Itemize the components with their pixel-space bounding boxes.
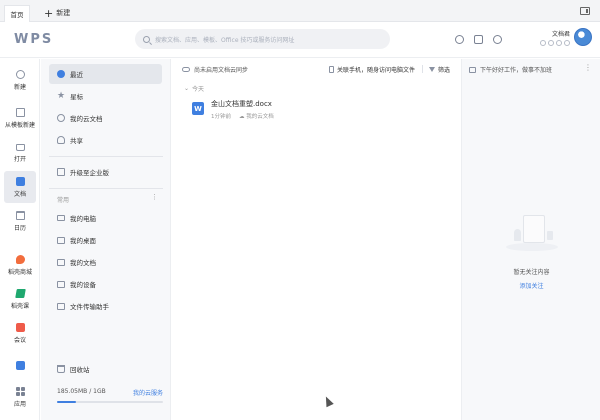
folder-icon <box>57 258 65 266</box>
sidebar-item-meeting[interactable]: 会议 <box>0 317 40 349</box>
filter-button[interactable]: 筛选 <box>429 65 450 74</box>
chart-icon <box>15 361 25 370</box>
tab-bar: 首页 + 新建 <box>0 0 600 22</box>
nav-item-starred[interactable]: ★ 星标 <box>49 86 162 106</box>
user-block[interactable]: 文档君 <box>540 28 592 46</box>
storage-bar <box>57 401 163 403</box>
new-tab-button[interactable]: + 新建 <box>44 6 70 20</box>
nav-item-cloud-docs[interactable]: 我的云文档 <box>49 108 162 128</box>
nav-item-my-computer[interactable]: 我的电脑 <box>49 208 162 228</box>
template-icon <box>15 107 25 117</box>
more-options-icon[interactable]: ⋮ <box>584 63 592 72</box>
user-name: 文档君 <box>551 30 570 38</box>
document-icon <box>15 176 25 186</box>
divider <box>422 65 423 73</box>
sidebar-item-apps[interactable]: 应用 <box>0 381 40 413</box>
sidebar-item-course[interactable]: 稻壳课 <box>0 283 40 315</box>
filter-icon <box>429 67 435 72</box>
storage-fill <box>57 401 77 403</box>
star-icon: ★ <box>57 91 66 101</box>
cloud-icon <box>57 114 65 122</box>
building-icon <box>57 168 65 176</box>
headset-icon[interactable] <box>455 35 464 44</box>
badge-icon <box>548 39 554 46</box>
docer-icon <box>15 254 25 264</box>
divider <box>49 156 163 157</box>
empty-state-illustration <box>506 211 558 251</box>
nav-item-my-desktop[interactable]: 我的桌面 <box>49 230 162 250</box>
nav-item-shared[interactable]: 共享 <box>49 130 162 150</box>
file-location: ☁ 我的云文档 <box>239 114 274 120</box>
folder-icon <box>15 143 25 151</box>
nav-item-trash[interactable]: 回收站 <box>49 359 162 379</box>
plus-icon: + <box>44 6 54 20</box>
user-badges <box>540 39 570 46</box>
right-panel: 下午好好工作，做事不加班 ⋮ 暂无关注内容 添加关注 <box>461 59 600 420</box>
plus-circle-icon <box>15 69 25 79</box>
phone-access-button[interactable]: 关联手机，随身访问电脑文件 <box>329 65 415 74</box>
storage-usage: 185.05MB / 1GB 我的云服务 <box>57 388 163 403</box>
nav-item-recent[interactable]: 最近 <box>49 64 162 84</box>
folder-icon <box>57 302 65 310</box>
header-tools <box>455 35 502 44</box>
folder-icon <box>57 236 65 244</box>
badge-icon <box>564 39 570 46</box>
clock-icon <box>57 70 65 78</box>
print-icon <box>469 66 476 73</box>
nav-item-my-devices[interactable]: 我的设备 <box>49 274 162 294</box>
nav-item-upgrade[interactable]: 升级至企业版 <box>49 162 162 182</box>
group-label-today[interactable]: ⌄ 今天 <box>184 84 204 93</box>
sidebar-item-documents[interactable]: 文档 <box>4 171 36 203</box>
nav-item-file-transfer[interactable]: 文件传输助手 <box>49 296 162 316</box>
section-title-common: 常用 <box>57 197 70 204</box>
share-icon <box>57 136 65 144</box>
phone-icon <box>329 66 334 73</box>
sync-notice[interactable]: 尚未启用文档云同步 <box>182 65 248 74</box>
folder-icon <box>57 280 65 288</box>
sidebar-item-open[interactable]: 打开 <box>0 137 40 169</box>
documents-nav: 最近 ★ 星标 我的云文档 共享 升级至企业版 常用 ⋮ 我的电脑 我的桌面 我… <box>41 59 171 420</box>
mouse-cursor-icon <box>322 394 334 408</box>
calendar-icon <box>15 210 25 220</box>
sidebar-item-chart[interactable] <box>0 351 40 383</box>
badge-icon <box>556 39 562 46</box>
sidebar-item-template[interactable]: 从模板新建 <box>0 102 40 134</box>
trash-icon <box>57 365 65 373</box>
storage-text: 185.05MB / 1GB <box>57 388 106 395</box>
skin-icon[interactable] <box>493 35 502 44</box>
left-sidebar: 新建 从模板新建 打开 文档 日历 稻壳商城 稻壳课 会议 应用 <box>0 59 40 420</box>
new-tab-label: 新建 <box>56 9 71 17</box>
empty-state-text: 暂无关注内容 <box>513 269 550 276</box>
more-options-icon[interactable]: ⋮ <box>151 193 158 201</box>
add-follow-link[interactable]: 添加关注 <box>462 281 600 290</box>
file-name: 金山文档重塑.docx <box>211 100 272 108</box>
search-icon <box>143 35 150 43</box>
greeting: 下午好好工作，做事不加班 <box>469 65 552 74</box>
course-icon <box>14 288 26 298</box>
file-row[interactable]: W 金山文档重塑.docx 1分钟前 ☁ 我的云文档 <box>192 99 274 120</box>
cloud-service-link[interactable]: 我的云服务 <box>133 388 163 397</box>
divider <box>49 188 163 189</box>
cloud-icon <box>182 67 190 72</box>
apps-icon <box>15 386 25 396</box>
meeting-icon <box>15 322 25 332</box>
badge-icon <box>540 39 546 46</box>
avatar[interactable] <box>574 28 592 46</box>
wps-logo: WPS <box>14 32 54 47</box>
chevron-down-icon: ⌄ <box>184 85 190 92</box>
computer-icon <box>57 215 65 221</box>
tab-home[interactable]: 首页 <box>4 5 30 22</box>
file-time: 1分钟前 <box>211 114 231 120</box>
settings-icon[interactable] <box>474 35 483 44</box>
header: WPS 搜索文档、应用、模板、Office 技巧或服务访问网址 文档君 <box>0 22 600 58</box>
search-input[interactable]: 搜索文档、应用、模板、Office 技巧或服务访问网址 <box>135 29 390 49</box>
word-file-icon: W <box>192 102 204 115</box>
sidebar-item-calendar[interactable]: 日历 <box>0 205 40 237</box>
sidebar-item-docer[interactable]: 稻壳商城 <box>0 249 40 281</box>
main-content: 尚未启用文档云同步 关联手机，随身访问电脑文件 筛选 ⌄ 今天 W 金山文档重塑… <box>172 59 460 420</box>
window-layout-icon[interactable] <box>580 7 590 15</box>
sidebar-item-new[interactable]: 新建 <box>0 64 40 96</box>
nav-item-my-documents[interactable]: 我的文档 <box>49 252 162 272</box>
search-placeholder: 搜索文档、应用、模板、Office 技巧或服务访问网址 <box>155 36 295 44</box>
